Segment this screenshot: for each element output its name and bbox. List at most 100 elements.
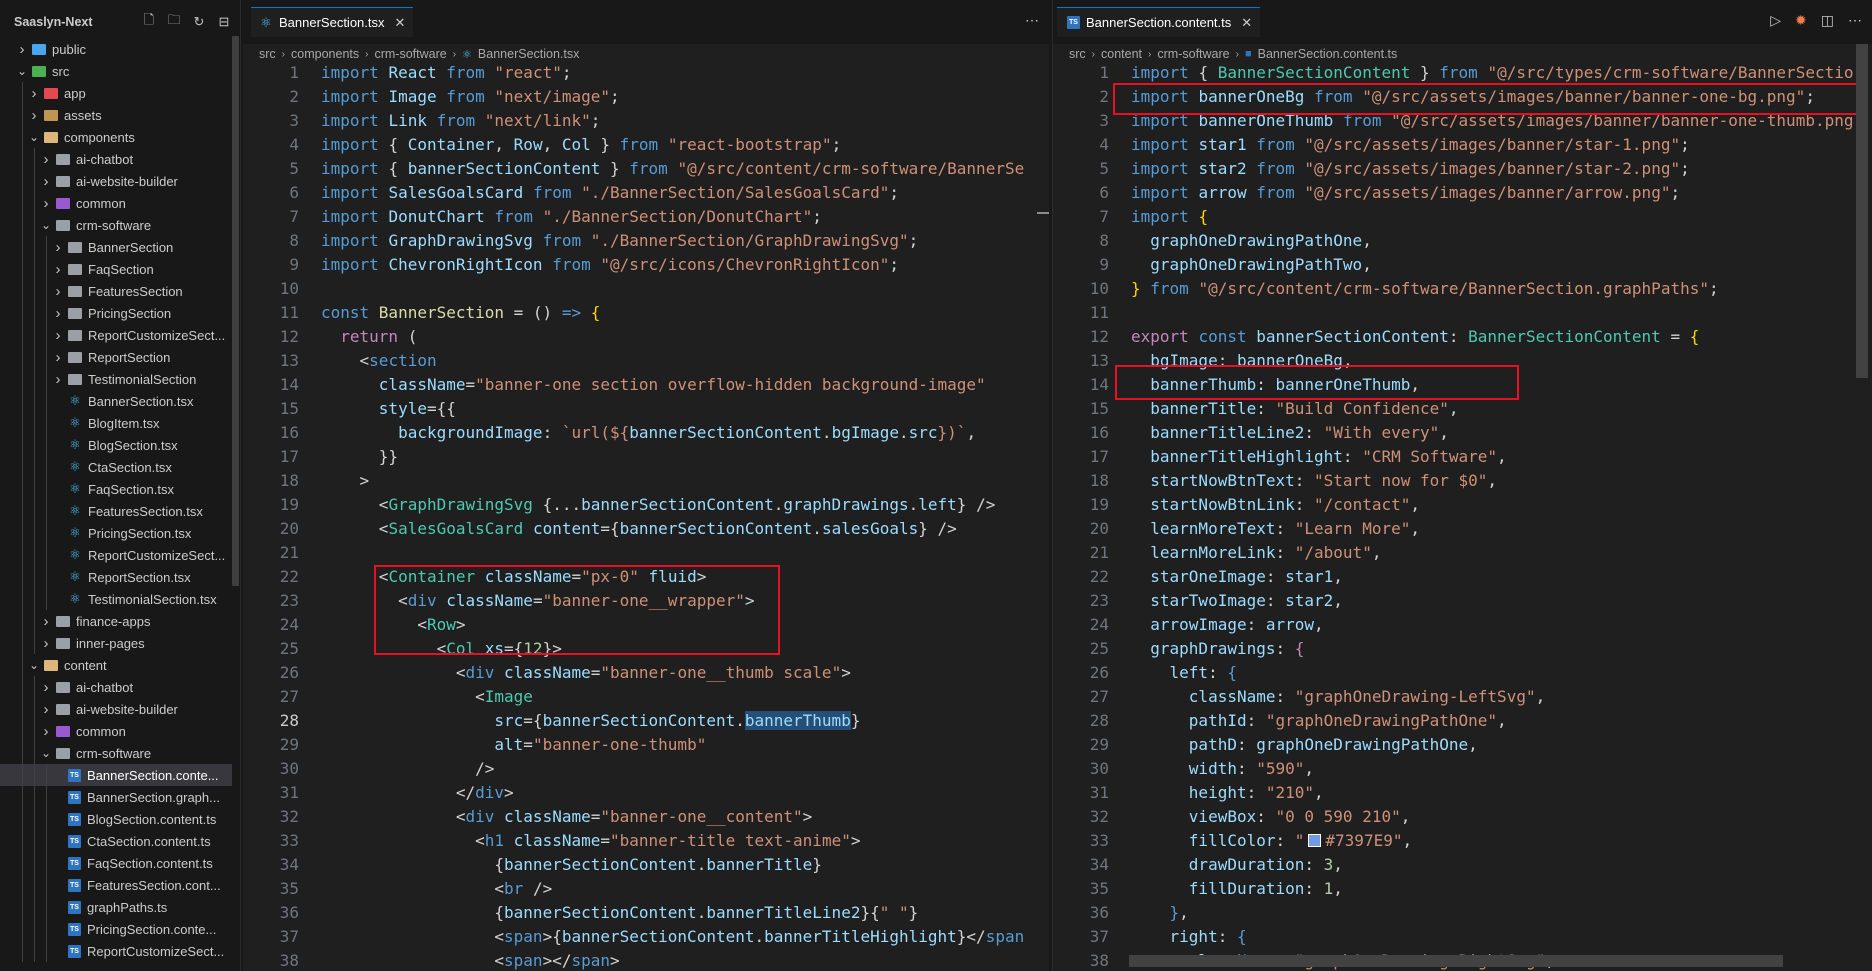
code-line[interactable]: 5 import star2 from "@/src/assets/images/… — [1053, 156, 1872, 180]
tree-folder[interactable]: › ai-website-builder — [0, 170, 232, 192]
tree-folder[interactable]: › finance-apps — [0, 610, 232, 632]
code-area[interactable]: 1 import React from "react"; 2 import Image… — [243, 60, 1049, 971]
tree-file[interactable]: ⚛ BlogItem.tsx — [0, 412, 232, 434]
code-line[interactable]: 9 graphOneDrawingPathTwo, — [1053, 252, 1872, 276]
code-line[interactable]: 4 import star1 from "@/src/assets/images/… — [1053, 132, 1872, 156]
tree-folder[interactable]: › inner-pages — [0, 632, 232, 654]
code-line[interactable]: 11 const BannerSection = () => { — [243, 300, 1049, 324]
code-line[interactable]: 27 <Image — [243, 684, 1049, 708]
tree-folder[interactable]: › ReportSection — [0, 346, 232, 368]
more-actions-icon[interactable]: ⋯ — [1848, 12, 1862, 29]
code-line[interactable]: 20 learnMoreText: "Learn More", — [1053, 516, 1872, 540]
tree-folder[interactable]: ⌄ content — [0, 654, 232, 676]
code-line[interactable]: 28 pathId: "graphOneDrawingPathOne", — [1053, 708, 1872, 732]
code-line[interactable]: 38 <span></span> — [243, 948, 1049, 971]
tree-folder[interactable]: › PricingSection — [0, 302, 232, 324]
code-line[interactable]: 20 <SalesGoalsCard content={bannerSectio… — [243, 516, 1049, 540]
code-line[interactable]: 11 — [1053, 300, 1872, 324]
tree-folder[interactable]: › app — [0, 82, 232, 104]
code-line[interactable]: 19 <GraphDrawingSvg {...bannerSectionCon… — [243, 492, 1049, 516]
tree-file[interactable]: ⚛ ReportCustomizeSect... — [0, 544, 232, 566]
code-line[interactable]: 3 import Link from "next/link"; — [243, 108, 1049, 132]
tree-file[interactable]: TS CtaSection.content.ts — [0, 830, 232, 852]
collapse-icon[interactable]: ⊟ — [216, 14, 232, 30]
code-line[interactable]: 34 drawDuration: 3, — [1053, 852, 1872, 876]
tree-folder[interactable]: › ai-chatbot — [0, 676, 232, 698]
split-editor-icon[interactable]: ◫ — [1821, 12, 1834, 29]
vertical-scrollbar[interactable] — [1856, 44, 1868, 378]
code-line[interactable]: 32 <div className="banner-one__content"> — [243, 804, 1049, 828]
code-line[interactable]: 35 <br /> — [243, 876, 1049, 900]
code-line[interactable]: 36 }, — [1053, 900, 1872, 924]
code-line[interactable]: 36 {bannerSectionContent.bannerTitleLine… — [243, 900, 1049, 924]
code-line[interactable]: 37 <span>{bannerSectionContent.bannerTit… — [243, 924, 1049, 948]
breadcrumb-item[interactable]: src — [259, 47, 276, 61]
code-line[interactable]: 17 }} — [243, 444, 1049, 468]
tree-folder[interactable]: ⌄ src — [0, 60, 232, 82]
code-line[interactable]: 26 left: { — [1053, 660, 1872, 684]
breadcrumb-item[interactable]: content — [1101, 47, 1142, 61]
breadcrumb-item[interactable]: BannerSection.content.ts — [1258, 47, 1398, 61]
code-line[interactable]: 21 learnMoreLink: "/about", — [1053, 540, 1872, 564]
code-line[interactable]: 30 width: "590", — [1053, 756, 1872, 780]
tree-folder[interactable]: › BannerSection — [0, 236, 232, 258]
code-line[interactable]: 10} from "@/src/content/crm-software/Ban… — [1053, 276, 1872, 300]
tree-file[interactable]: ⚛ BlogSection.tsx — [0, 434, 232, 456]
code-line[interactable]: 23 starTwoImage: star2, — [1053, 588, 1872, 612]
tree-folder[interactable]: › public — [0, 38, 232, 60]
refresh-icon[interactable]: ↻ — [191, 14, 207, 30]
tree-folder[interactable]: › FaqSection — [0, 258, 232, 280]
tree-folder[interactable]: › common — [0, 192, 232, 214]
code-line[interactable]: 18 > — [243, 468, 1049, 492]
spark-icon[interactable]: ✹ — [1795, 12, 1807, 29]
code-line[interactable]: 16 bannerTitleLine2: "With every", — [1053, 420, 1872, 444]
breadcrumb-item[interactable]: crm-software — [374, 47, 446, 61]
code-line[interactable]: 31 height: "210", — [1053, 780, 1872, 804]
code-line[interactable]: 27 className: "graphOneDrawing-LeftSvg", — [1053, 684, 1872, 708]
code-line[interactable]: 22 starOneImage: star1, — [1053, 564, 1872, 588]
more-actions-icon[interactable]: ⋯ — [1025, 12, 1039, 29]
new-folder-icon[interactable]: 🗀 — [166, 12, 182, 30]
code-line[interactable]: 32 viewBox: "0 0 590 210", — [1053, 804, 1872, 828]
code-line[interactable]: 4 import { Container, Row, Col } from "re… — [243, 132, 1049, 156]
tree-file[interactable]: ⚛ FaqSection.tsx — [0, 478, 232, 500]
tree-folder[interactable]: › assets — [0, 104, 232, 126]
tree-file[interactable]: ⚛ FeaturesSection.tsx — [0, 500, 232, 522]
code-line[interactable]: 15 style={{ — [243, 396, 1049, 420]
tree-file[interactable]: TS PricingSection.conte... — [0, 918, 232, 940]
tree-folder[interactable]: › ReportCustomizeSect... — [0, 324, 232, 346]
code-line[interactable]: 2 import Image from "next/image"; — [243, 84, 1049, 108]
tree-file[interactable]: TS graphPaths.ts — [0, 896, 232, 918]
tree-folder[interactable]: › ai-website-builder — [0, 698, 232, 720]
code-line[interactable]: 19 startNowBtnLink: "/contact", — [1053, 492, 1872, 516]
code-line[interactable]: 7 import DonutChart from "./BannerSection… — [243, 204, 1049, 228]
code-line[interactable]: 30 /> — [243, 756, 1049, 780]
code-line[interactable]: 16 backgroundImage: `url(${bannerSection… — [243, 420, 1049, 444]
code-line[interactable]: 6 import arrow from "@/src/assets/images/… — [1053, 180, 1872, 204]
code-line[interactable]: 31 </div> — [243, 780, 1049, 804]
code-line[interactable]: 21 — [243, 540, 1049, 564]
tree-file[interactable]: ⚛ BannerSection.tsx — [0, 390, 232, 412]
code-line[interactable]: 12 return ( — [243, 324, 1049, 348]
horizontal-scrollbar[interactable] — [1129, 955, 1783, 967]
run-icon[interactable]: ▷ — [1770, 12, 1781, 29]
tree-folder[interactable]: › common — [0, 720, 232, 742]
code-line[interactable]: 5 import { bannerSectionContent } from "@… — [243, 156, 1049, 180]
code-line[interactable]: 8 import GraphDrawingSvg from "./BannerSe… — [243, 228, 1049, 252]
tree-file[interactable]: ⚛ CtaSection.tsx — [0, 456, 232, 478]
code-line[interactable]: 25 graphDrawings: { — [1053, 636, 1872, 660]
code-area[interactable]: 1 import { BannerSectionContent } from "@… — [1053, 60, 1872, 971]
code-line[interactable]: 17 bannerTitleHighlight: "CRM Software", — [1053, 444, 1872, 468]
code-line[interactable]: 35 fillDuration: 1, — [1053, 876, 1872, 900]
tree-file[interactable]: TS BannerSection.graph... — [0, 786, 232, 808]
tree-file[interactable]: TS ReportCustomizeSect... — [0, 940, 232, 962]
tree-file[interactable]: TS FaqSection.content.ts — [0, 852, 232, 874]
code-line[interactable]: 29 pathD: graphOneDrawingPathOne, — [1053, 732, 1872, 756]
tree-file[interactable]: TS BlogSection.content.ts — [0, 808, 232, 830]
breadcrumb-item[interactable]: BannerSection.tsx — [478, 47, 579, 61]
tree-folder[interactable]: ⌄ crm-software — [0, 742, 232, 764]
tab-bannersection-content-ts[interactable]: TS BannerSection.content.ts ✕ — [1057, 7, 1261, 37]
breadcrumb-item[interactable]: src — [1069, 47, 1086, 61]
close-icon[interactable]: ✕ — [395, 15, 406, 31]
tree-file[interactable]: ⚛ TestimonialSection.tsx — [0, 588, 232, 610]
